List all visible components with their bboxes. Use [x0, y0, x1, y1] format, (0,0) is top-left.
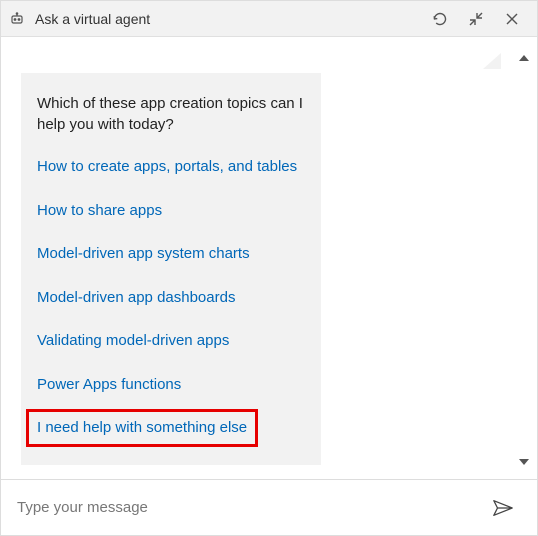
prompt-text: Which of these app creation topics can I… — [37, 93, 305, 135]
refresh-button[interactable] — [423, 4, 457, 34]
scroll-up-icon[interactable] — [519, 55, 529, 61]
callout-highlight: I need help with something else — [26, 409, 258, 447]
input-bar — [1, 479, 537, 535]
option-share-apps[interactable]: How to share apps — [37, 201, 305, 221]
titlebar-actions — [423, 4, 529, 34]
option-create-apps[interactable]: How to create apps, portals, and tables — [37, 157, 305, 177]
titlebar: Ask a virtual agent — [1, 1, 537, 37]
chat-area: Which of these app creation topics can I… — [1, 37, 537, 479]
send-button[interactable] — [485, 490, 521, 526]
option-system-charts[interactable]: Model-driven app system charts — [37, 244, 305, 264]
option-validating[interactable]: Validating model-driven apps — [37, 331, 305, 351]
option-something-else[interactable]: I need help with something else — [37, 418, 247, 438]
bot-icon — [9, 11, 25, 27]
bubble-tail-icon — [483, 53, 501, 74]
agent-message-card: Which of these app creation topics can I… — [21, 73, 321, 465]
message-input[interactable] — [17, 499, 485, 516]
close-button[interactable] — [495, 4, 529, 34]
option-dashboards[interactable]: Model-driven app dashboards — [37, 288, 305, 308]
minimize-button[interactable] — [459, 4, 493, 34]
scroll-down-icon[interactable] — [519, 459, 529, 465]
window-title: Ask a virtual agent — [35, 11, 423, 27]
option-functions[interactable]: Power Apps functions — [37, 375, 305, 395]
